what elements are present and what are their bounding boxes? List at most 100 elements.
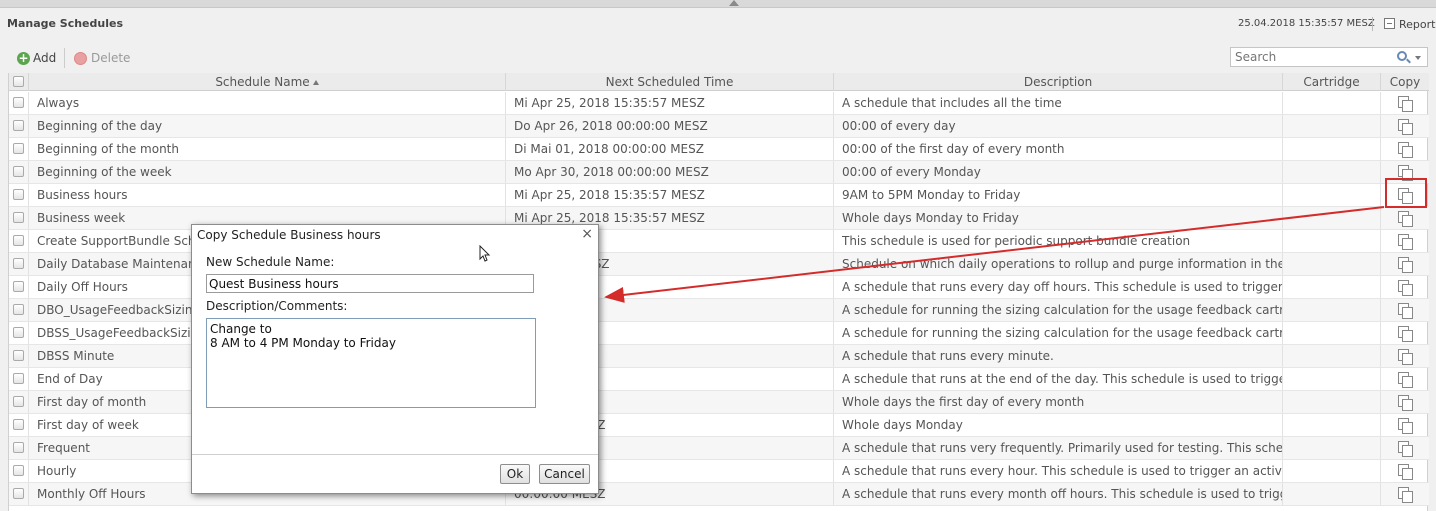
row-checkbox[interactable]	[13, 97, 24, 108]
select-all-cell	[9, 73, 29, 91]
row-select-cell	[9, 207, 29, 229]
cell-desc: A schedule that includes all the time	[834, 92, 1283, 114]
add-button[interactable]: + Add	[17, 50, 56, 66]
table-row[interactable]: Beginning of the week Mo Apr 30, 2018 00:…	[9, 161, 1429, 184]
row-checkbox[interactable]	[13, 327, 24, 338]
column-header-name[interactable]: Schedule Name	[29, 73, 506, 91]
cell-desc: A schedule that runs every minute.	[834, 345, 1283, 367]
column-header-cartridge[interactable]: Cartridge	[1283, 73, 1381, 91]
cell-desc: A schedule that runs at the end of the d…	[834, 368, 1283, 390]
cell-cart	[1283, 253, 1381, 275]
cell-cart	[1283, 299, 1381, 321]
cell-cart	[1283, 322, 1381, 344]
row-checkbox[interactable]	[13, 442, 24, 453]
sort-asc-icon	[312, 80, 319, 85]
new-name-input[interactable]	[206, 274, 534, 293]
chevron-down-icon[interactable]	[1415, 56, 1421, 60]
search-box[interactable]	[1230, 47, 1428, 67]
row-checkbox[interactable]	[13, 281, 24, 292]
cell-desc: A schedule that runs every day off hours…	[834, 276, 1283, 298]
cell-cart	[1283, 414, 1381, 436]
row-select-cell	[9, 161, 29, 183]
row-select-cell	[9, 483, 29, 505]
copy-icon[interactable]	[1398, 119, 1414, 135]
row-checkbox[interactable]	[13, 419, 24, 430]
cell-cart	[1283, 460, 1381, 482]
select-all-checkbox[interactable]	[13, 76, 24, 87]
add-label: Add	[33, 51, 57, 65]
table-row[interactable]: Business hours Mi Apr 25, 2018 15:35:57 M…	[9, 184, 1429, 207]
table-row[interactable]: Beginning of the month Di Mai 01, 2018 00…	[9, 138, 1429, 161]
row-checkbox[interactable]	[13, 189, 24, 200]
row-select-cell	[9, 368, 29, 390]
cell-desc: A schedule for running the sizing calcul…	[834, 299, 1283, 321]
column-header-next-time[interactable]: Next Scheduled Time	[506, 73, 834, 91]
column-header-description[interactable]: Description	[834, 73, 1283, 91]
row-checkbox[interactable]	[13, 166, 24, 177]
copy-icon[interactable]	[1398, 395, 1414, 411]
copy-icon[interactable]	[1398, 96, 1414, 112]
row-checkbox[interactable]	[13, 350, 24, 361]
cell-cart	[1283, 345, 1381, 367]
row-checkbox[interactable]	[13, 235, 24, 246]
row-checkbox[interactable]	[13, 304, 24, 315]
search-icon[interactable]	[1397, 51, 1407, 61]
copy-icon[interactable]	[1398, 234, 1414, 250]
toolbar-divider	[64, 48, 65, 68]
cell-cart	[1283, 184, 1381, 206]
cell-desc: A schedule for running the sizing calcul…	[834, 322, 1283, 344]
copy-icon[interactable]	[1398, 418, 1414, 434]
collapse-arrow-icon[interactable]	[729, 0, 739, 6]
row-checkbox[interactable]	[13, 120, 24, 131]
row-checkbox[interactable]	[13, 212, 24, 223]
page-header: Manage Schedules 25.04.2018 15:35:57 MES…	[0, 9, 1436, 37]
cell-cart	[1283, 483, 1381, 505]
cell-cart	[1283, 115, 1381, 137]
cell-name: Business hours	[29, 184, 506, 206]
reports-icon[interactable]	[1384, 18, 1395, 29]
column-header-copy: Copy	[1389, 75, 1421, 89]
row-checkbox[interactable]	[13, 373, 24, 384]
row-select-cell	[9, 414, 29, 436]
row-checkbox[interactable]	[13, 396, 24, 407]
copy-icon[interactable]	[1398, 326, 1414, 342]
cell-cart	[1283, 207, 1381, 229]
reports-link[interactable]: Reports	[1399, 18, 1436, 31]
cancel-button[interactable]: Cancel	[539, 464, 590, 484]
copy-icon[interactable]	[1398, 349, 1414, 365]
copy-icon[interactable]	[1398, 142, 1414, 158]
ok-button[interactable]: Ok	[500, 464, 530, 484]
row-checkbox[interactable]	[13, 258, 24, 269]
cell-cart	[1283, 437, 1381, 459]
copy-icon[interactable]	[1398, 211, 1414, 227]
cell-cart	[1283, 230, 1381, 252]
copy-icon[interactable]	[1398, 303, 1414, 319]
timestamp: 25.04.2018 15:35:57 MESZ	[1238, 18, 1375, 29]
dialog-titlebar[interactable]: Copy Schedule Business hours ×	[192, 225, 598, 245]
row-checkbox[interactable]	[13, 465, 24, 476]
cell-desc: Schedule on which daily operations to ro…	[834, 253, 1283, 275]
cell-desc: Whole days Monday	[834, 414, 1283, 436]
new-name-label: New Schedule Name:	[206, 255, 335, 269]
copy-icon[interactable]	[1398, 280, 1414, 296]
delete-button[interactable]: Delete	[74, 50, 130, 66]
copy-icon[interactable]	[1398, 372, 1414, 388]
copy-icon[interactable]	[1398, 464, 1414, 480]
cell-desc: 9AM to 5PM Monday to Friday	[834, 184, 1283, 206]
table-row[interactable]: Always Mi Apr 25, 2018 15:35:57 MESZ A sch…	[9, 92, 1429, 115]
row-select-cell	[9, 460, 29, 482]
cell-desc: 00:00 of every Monday	[834, 161, 1283, 183]
cell-desc: Whole days the first day of every month	[834, 391, 1283, 413]
row-checkbox[interactable]	[13, 143, 24, 154]
copy-icon[interactable]	[1398, 487, 1414, 503]
row-select-cell	[9, 253, 29, 275]
search-input[interactable]	[1231, 48, 1381, 66]
copy-icon[interactable]	[1398, 257, 1414, 273]
table-row[interactable]: Beginning of the day Do Apr 26, 2018 00:0…	[9, 115, 1429, 138]
copy-schedule-dialog: Copy Schedule Business hours × New Sched…	[191, 224, 599, 494]
close-icon[interactable]: ×	[581, 226, 593, 242]
copy-icon[interactable]	[1398, 441, 1414, 457]
annotation-highlight-box	[1385, 178, 1427, 208]
description-textarea[interactable]	[206, 318, 536, 408]
row-checkbox[interactable]	[13, 488, 24, 499]
